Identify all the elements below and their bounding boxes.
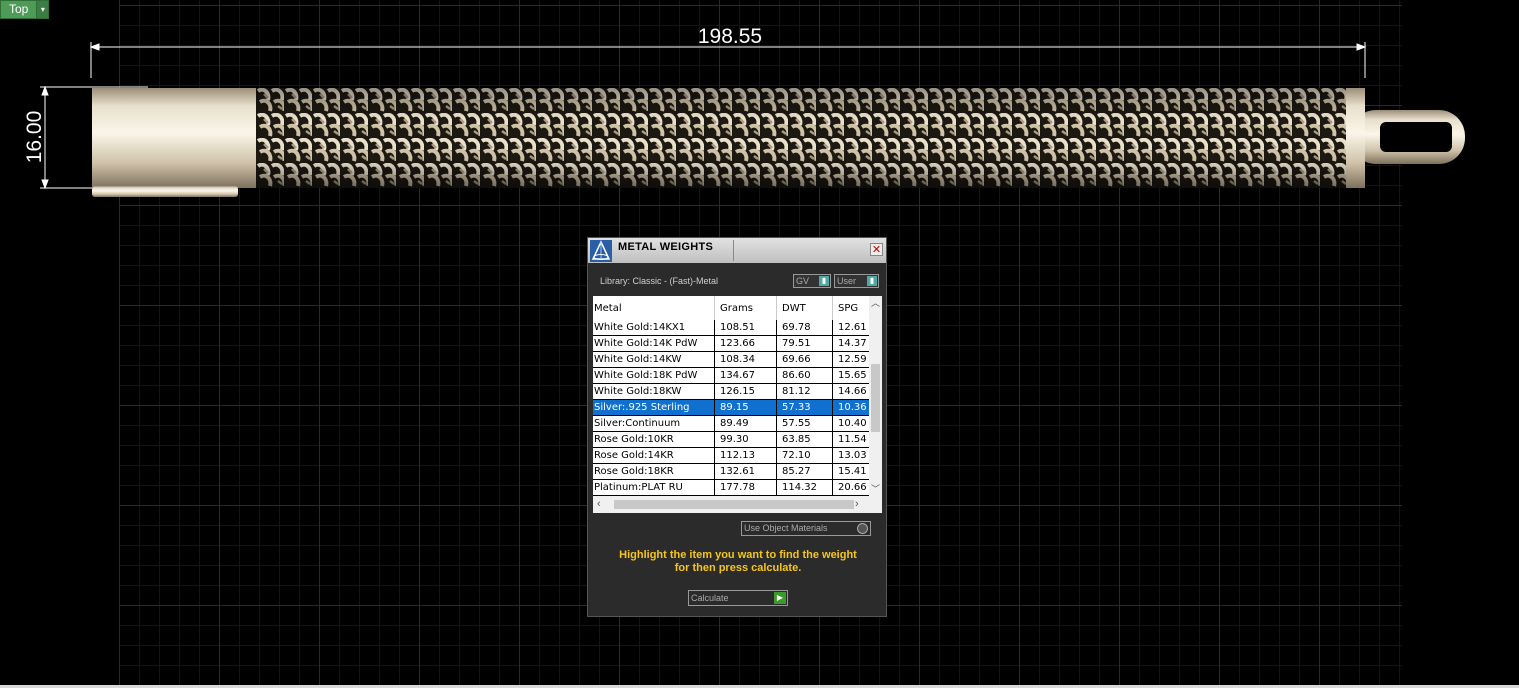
cell-dwt: 69.66 bbox=[776, 351, 833, 368]
cell-dwt: 63.85 bbox=[776, 431, 833, 448]
end-cap-right bbox=[1346, 88, 1365, 188]
panel-title: METAL WEIGHTS bbox=[618, 241, 714, 253]
cell-metal: Silver:.925 Sterling bbox=[593, 399, 715, 416]
cell-metal: Rose Gold:10KR bbox=[593, 431, 715, 448]
table-row[interactable]: Rose Gold:10KR 99.30 63.85 11.54 bbox=[593, 431, 879, 448]
column-header-metal[interactable]: Metal bbox=[593, 296, 715, 320]
table-header-row: Metal Grams DWT SPG bbox=[593, 296, 879, 320]
use-object-materials-toggle[interactable]: Use Object Materials bbox=[741, 521, 871, 536]
cell-grams: 99.30 bbox=[714, 431, 777, 448]
cell-dwt: 81.12 bbox=[776, 383, 833, 400]
user-select[interactable]: User ▮ bbox=[834, 274, 879, 288]
cell-metal: Rose Gold:18KR bbox=[593, 463, 715, 480]
panel-title-bar[interactable]: METAL WEIGHTS ✕ bbox=[588, 238, 886, 263]
table-row[interactable]: Silver:Continuum 89.49 57.55 10.40 bbox=[593, 415, 879, 432]
cell-dwt: 79.51 bbox=[776, 335, 833, 352]
cell-grams: 112.13 bbox=[714, 447, 777, 464]
metal-weights-panel: METAL WEIGHTS ✕ Library: Classic - (Fast… bbox=[587, 237, 887, 617]
cell-grams: 126.15 bbox=[714, 383, 777, 400]
cell-grams: 89.15 bbox=[714, 399, 777, 416]
instruction-line-2: for then press calculate. bbox=[674, 562, 802, 574]
instruction-text: Highlight the item you want to find the … bbox=[588, 549, 888, 575]
cell-grams: 123.66 bbox=[714, 335, 777, 352]
cell-metal: Silver:Continuum bbox=[593, 415, 715, 432]
cell-dwt: 114.32 bbox=[776, 479, 833, 496]
table-row[interactable]: Silver:.925 Sterling 89.15 57.33 10.36 bbox=[593, 399, 879, 416]
cell-grams: 134.67 bbox=[714, 367, 777, 384]
column-header-grams[interactable]: Grams bbox=[714, 296, 777, 320]
radio-icon[interactable] bbox=[857, 523, 868, 534]
scroll-right-icon[interactable]: › bbox=[855, 498, 859, 510]
metal-table[interactable]: Metal Grams DWT SPG White Gold:14KX1 108.… bbox=[593, 296, 882, 513]
use-object-materials-label: Use Object Materials bbox=[744, 523, 828, 533]
table-row[interactable]: White Gold:14KX1 108.51 69.78 12.61 bbox=[593, 320, 879, 336]
cell-metal: White Gold:18K PdW bbox=[593, 367, 715, 384]
scroll-left-icon[interactable]: ‹ bbox=[597, 498, 601, 510]
cell-metal: Platinum:PLAT RU bbox=[593, 479, 715, 496]
play-icon: ▶ bbox=[774, 592, 786, 604]
cell-grams: 89.49 bbox=[714, 415, 777, 432]
cell-dwt: 85.27 bbox=[776, 463, 833, 480]
scroll-thumb[interactable] bbox=[614, 500, 854, 509]
cell-dwt: 57.55 bbox=[776, 415, 833, 432]
column-header-dwt[interactable]: DWT bbox=[776, 296, 833, 320]
table-row[interactable]: White Gold:18KW 126.15 81.12 14.66 bbox=[593, 383, 879, 400]
cell-dwt: 69.78 bbox=[776, 320, 833, 336]
cell-metal: White Gold:14KW bbox=[593, 351, 715, 368]
table-row[interactable]: White Gold:14K PdW 123.66 79.51 14.37 bbox=[593, 335, 879, 352]
scroll-up-icon[interactable]: ︿ bbox=[869, 296, 882, 309]
cell-grams: 132.61 bbox=[714, 463, 777, 480]
cell-metal: Rose Gold:14KR bbox=[593, 447, 715, 464]
cell-grams: 177.78 bbox=[714, 479, 777, 496]
clasp-box bbox=[92, 88, 256, 188]
cell-dwt: 86.60 bbox=[776, 367, 833, 384]
cell-dwt: 57.33 bbox=[776, 399, 833, 416]
gv-label: GV bbox=[796, 276, 810, 286]
table-row[interactable]: Rose Gold:18KR 132.61 85.27 15.41 bbox=[593, 463, 879, 480]
user-label: User bbox=[837, 276, 857, 286]
calculate-label: Calculate bbox=[691, 593, 729, 603]
calculate-button[interactable]: Calculate ▶ bbox=[688, 590, 788, 606]
cell-metal: White Gold:14K PdW bbox=[593, 335, 715, 352]
height-dimension-text: 16.00 bbox=[23, 110, 46, 164]
app-logo-icon bbox=[590, 240, 612, 262]
table-row[interactable]: Rose Gold:14KR 112.13 72.10 13.03 bbox=[593, 447, 879, 464]
clasp-tongue bbox=[1350, 110, 1465, 164]
toggle-icon: ▮ bbox=[867, 276, 877, 286]
cell-grams: 108.34 bbox=[714, 351, 777, 368]
cell-grams: 108.51 bbox=[714, 320, 777, 336]
toggle-icon: ▮ bbox=[819, 276, 829, 286]
table-row[interactable]: White Gold:18K PdW 134.67 86.60 15.65 bbox=[593, 367, 879, 384]
length-dimension-text: 198.55 bbox=[697, 25, 763, 48]
vertical-scrollbar[interactable]: ︿ ﹀ bbox=[869, 296, 882, 496]
cell-metal: White Gold:14KX1 bbox=[593, 320, 715, 336]
library-label: Library: Classic - (Fast)-Metal bbox=[600, 276, 719, 286]
scroll-down-icon[interactable]: ﹀ bbox=[869, 482, 882, 495]
table-row[interactable]: Platinum:PLAT RU 177.78 114.32 20.66 bbox=[593, 479, 879, 496]
cell-metal: White Gold:18KW bbox=[593, 383, 715, 400]
scroll-thumb[interactable] bbox=[871, 364, 880, 432]
table-row[interactable]: White Gold:14KW 108.34 69.66 12.59 bbox=[593, 351, 879, 368]
horizontal-scrollbar[interactable]: ‹ › bbox=[593, 496, 882, 513]
gv-select[interactable]: GV ▮ bbox=[793, 274, 831, 288]
instruction-line-1: Highlight the item you want to find the … bbox=[619, 549, 857, 561]
title-divider bbox=[733, 240, 734, 261]
cell-dwt: 72.10 bbox=[776, 447, 833, 464]
close-icon[interactable]: ✕ bbox=[870, 243, 883, 256]
